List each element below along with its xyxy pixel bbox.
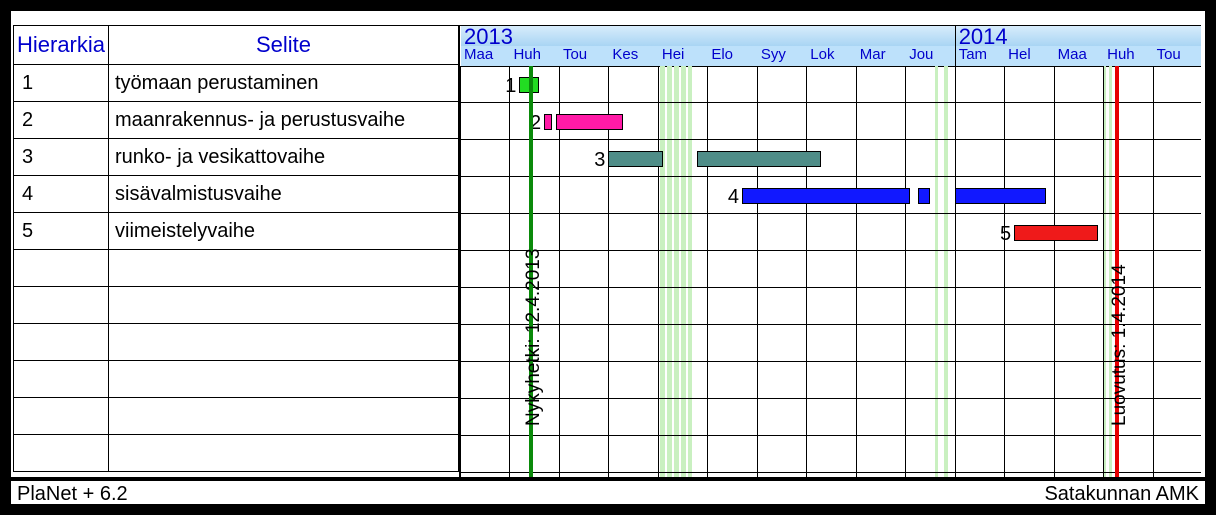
month-gridline	[806, 66, 807, 477]
table-row	[14, 398, 458, 435]
month-label: Syy	[761, 46, 786, 63]
month-label: Mar	[860, 46, 886, 63]
table-row	[14, 324, 458, 361]
month-gridline	[658, 66, 659, 477]
footer-right: Satakunnan AMK	[1044, 483, 1199, 506]
row-divider	[461, 176, 1201, 177]
month-label: Huh	[513, 46, 541, 63]
holiday-strip	[935, 66, 938, 477]
table-row: 2maanrakennus- ja perustusvaihe	[14, 102, 458, 139]
table-row	[14, 250, 458, 287]
gantt-bar-label: 4	[728, 186, 739, 209]
row-divider	[461, 250, 1201, 251]
footer-left: PlaNet + 6.2	[17, 483, 128, 506]
row-divider	[461, 139, 1201, 140]
row-divider	[461, 213, 1201, 214]
gantt-bar-label: 5	[1000, 223, 1011, 246]
row-divider	[461, 472, 1201, 473]
month-label: Jou	[909, 46, 933, 63]
month-label: Huh	[1107, 46, 1135, 63]
month-label: Tou	[1157, 46, 1181, 63]
col-header-hierarkia: Hierarkia	[14, 26, 109, 64]
row-divider	[461, 102, 1201, 103]
gantt-planet-view: Hierarkia Selite 1työmaan perustaminen2m…	[0, 0, 1216, 515]
gantt-bar[interactable]	[742, 188, 910, 204]
table-body: 1työmaan perustaminen2maanrakennus- ja p…	[13, 65, 459, 472]
month-label: Lok	[810, 46, 834, 63]
holiday-strip	[944, 66, 948, 477]
table-row: 1työmaan perustaminen	[14, 65, 458, 102]
gantt-bar[interactable]	[918, 188, 930, 204]
month-gridline	[856, 66, 857, 477]
row-divider	[461, 361, 1201, 362]
gantt-bar[interactable]	[556, 114, 623, 130]
holiday-strip	[667, 66, 672, 477]
month-label: Hei	[662, 46, 685, 63]
gantt-bar[interactable]	[955, 188, 1047, 204]
gantt-bar[interactable]	[697, 151, 821, 167]
month-band: Maa Huh Tou Kes Hei Elo Syy Lok Mar Jou Tam Hel Maa H…	[461, 46, 1201, 67]
table-row	[14, 361, 458, 398]
gantt-bar-label: 1	[505, 75, 516, 98]
row-divider	[461, 324, 1201, 325]
month-label: Hel	[1008, 46, 1031, 63]
frame-border	[0, 0, 11, 515]
footer: PlaNet + 6.2 Satakunnan AMK	[11, 477, 1205, 504]
month-label: Maa	[1058, 46, 1087, 63]
table-header: Hierarkia Selite	[13, 25, 459, 65]
month-gridline	[1103, 66, 1104, 477]
table-row	[14, 435, 458, 472]
month-label: Tou	[563, 46, 587, 63]
frame-border	[0, 504, 1216, 515]
month-gridline	[509, 66, 510, 477]
now-marker-label: Nykyhetki: 12.4.2013	[523, 249, 545, 426]
content-area: Hierarkia Selite 1työmaan perustaminen2m…	[11, 11, 1205, 477]
gantt-bar[interactable]	[608, 151, 662, 167]
holiday-strip	[681, 66, 686, 477]
month-gridline	[460, 66, 461, 477]
table-row: 3runko- ja vesikattovaihe	[14, 139, 458, 176]
table-row	[14, 287, 458, 324]
delivery-marker-label: Luovutus: 1.4.2014	[1109, 264, 1131, 426]
month-gridline	[1153, 66, 1154, 477]
holiday-strip	[660, 66, 665, 477]
gantt-bar[interactable]	[1014, 225, 1098, 241]
row-divider	[461, 398, 1201, 399]
row-divider	[461, 435, 1201, 436]
frame-border	[1205, 0, 1216, 515]
month-gridline	[757, 66, 758, 477]
row-divider	[461, 287, 1201, 288]
month-gridline	[1004, 66, 1005, 477]
table-row: 4sisävalmistusvaihe	[14, 176, 458, 213]
month-label: Maa	[464, 46, 493, 63]
month-label: Kes	[612, 46, 638, 63]
gantt-area[interactable]: 20132014 Maa Huh Tou Kes Hei Elo Syy Lok Mar Jou T…	[459, 25, 1201, 477]
holiday-strip	[688, 66, 693, 477]
table-row: 5viimeistelyvaihe	[14, 213, 458, 250]
year-gridline	[955, 26, 956, 477]
month-label: Tam	[959, 46, 987, 63]
month-label: Elo	[711, 46, 733, 63]
frame-border	[0, 0, 1216, 11]
year-band: 20132014	[461, 26, 1201, 47]
month-gridline	[905, 66, 906, 477]
holiday-strip	[674, 66, 679, 477]
col-header-selite: Selite	[109, 26, 458, 64]
month-gridline	[1054, 66, 1055, 477]
gantt-bar[interactable]	[544, 114, 551, 130]
gantt-bar-label: 3	[594, 149, 605, 172]
month-gridline	[707, 66, 708, 477]
